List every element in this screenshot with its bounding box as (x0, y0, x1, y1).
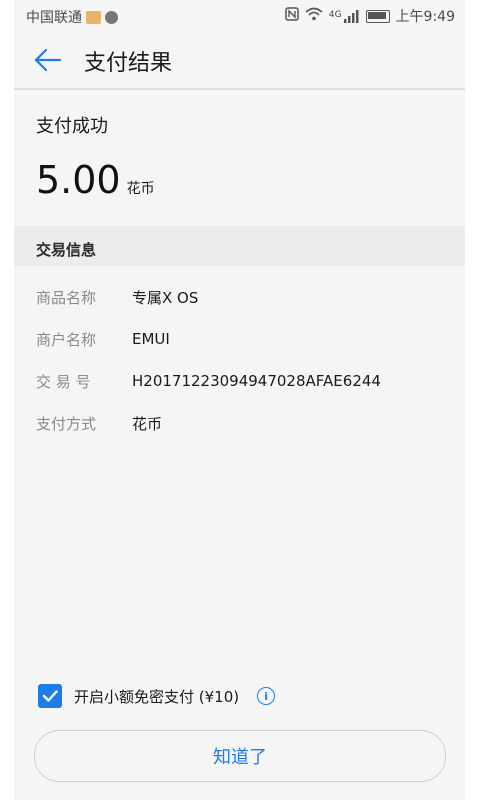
password-free-label[interactable]: 开启小额免密支付 (¥10) (74, 686, 239, 707)
app-notification-icon (105, 10, 118, 24)
back-arrow-icon (34, 48, 62, 72)
info-label: 支付方式 (36, 414, 97, 433)
info-value: 花币 (132, 414, 163, 433)
back-button[interactable] (32, 44, 64, 76)
battery-icon (365, 9, 390, 23)
info-label: 商户名称 (36, 330, 97, 349)
status-bar: 中国联通 4G 上午9:49 (14, 0, 465, 30)
status-bar-right: 4G 上午9:49 (285, 6, 455, 26)
transaction-info-header: 交易信息 (14, 226, 465, 266)
got-it-button[interactable]: 知道了 (34, 730, 446, 782)
info-row-merchant: 商户名称 EMUI (14, 318, 465, 360)
wifi-icon (305, 7, 323, 25)
info-value: 专属X OS (132, 288, 199, 307)
signal-icon: 4G (328, 9, 360, 23)
password-free-checkbox[interactable] (38, 684, 62, 708)
clock: 上午9:49 (395, 9, 455, 25)
payment-status: 支付成功 (36, 116, 108, 137)
info-value: EMUI (132, 330, 170, 348)
status-bar-left: 中国联通 (26, 7, 118, 27)
page-title: 支付结果 (84, 51, 173, 76)
currency-unit: 花币 (126, 181, 155, 197)
section-title: 交易信息 (36, 241, 97, 259)
wallet-notification-icon (86, 10, 101, 24)
info-value: H20171223094947028AFAE6244 (132, 372, 381, 390)
payment-result: 支付成功 5.00 花币 (14, 90, 465, 226)
info-label: 交 易 号 (36, 372, 91, 391)
info-row-product: 商品名称 专属X OS (14, 276, 465, 318)
payment-amount: 5.00 (36, 158, 121, 202)
info-row-payment-method: 支付方式 花币 (14, 402, 465, 444)
amount-row: 5.00 花币 (36, 160, 155, 200)
transaction-info-list: 商品名称 专属X OS 商户名称 EMUI 交 易 号 H20171223094… (14, 276, 465, 444)
carrier-name: 中国联通 (26, 10, 82, 26)
phone-screen: 中国联通 4G 上午9:49 支付结果 支付成功 5.00 花币 交易信息 商品… (14, 0, 465, 800)
password-free-option: 开启小额免密支付 (¥10) i (38, 684, 276, 708)
checkmark-icon (42, 690, 58, 702)
info-icon[interactable]: i (257, 687, 276, 705)
network-type: 4G (328, 9, 342, 20)
info-row-transaction-id: 交 易 号 H20171223094947028AFAE6244 (14, 360, 465, 402)
nfc-icon (285, 7, 299, 25)
info-label: 商品名称 (36, 288, 97, 307)
title-bar: 支付结果 (14, 30, 465, 90)
